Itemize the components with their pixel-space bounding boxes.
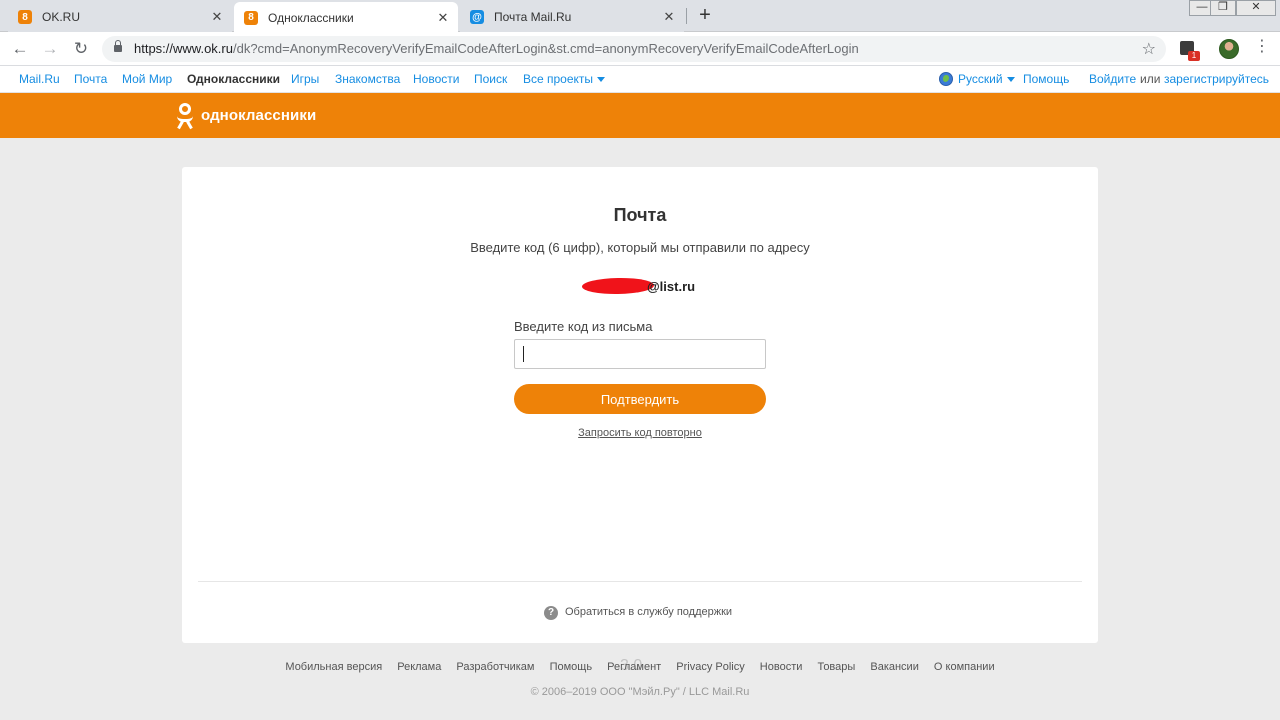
- footer-links: Мобильная версия Реклама Разработчикам П…: [0, 661, 1280, 673]
- footer-link-news[interactable]: Новости: [760, 661, 803, 673]
- mail-icon: @: [470, 10, 484, 24]
- chevron-down-icon: [597, 77, 606, 82]
- or-text: или: [1140, 72, 1161, 86]
- footer-link-developers[interactable]: Разработчикам: [456, 661, 534, 673]
- portal-link-znakomstva[interactable]: Знакомства: [335, 72, 400, 86]
- lock-icon: [114, 40, 122, 53]
- ok-logo-icon[interactable]: [176, 103, 196, 130]
- redaction-mark: [581, 277, 655, 295]
- footer-link-rules[interactable]: Регламент: [607, 661, 661, 673]
- ok-icon: 8: [244, 10, 258, 25]
- reload-icon[interactable]: ↻: [70, 38, 92, 60]
- tab-ok-ru[interactable]: 8 OK.RU ✕: [8, 2, 232, 32]
- copyright: © 2006–2019 ООО "Мэйл.Ру" / LLC Mail.Ru: [530, 686, 750, 698]
- maximize-button[interactable]: ❐: [1210, 0, 1236, 16]
- ok-logo-text[interactable]: одноклассники: [201, 107, 316, 124]
- ok-icon: 8: [18, 10, 32, 24]
- url-path: /dk?cmd=AnonymRecoveryVerifyEmailCodeAft…: [232, 41, 859, 56]
- portal-link-poisk[interactable]: Поиск: [474, 72, 507, 86]
- browser-tab-strip: 8 OK.RU ✕ 8 Одноклассники ✕ @ Почта Mail…: [0, 0, 1280, 33]
- footer-link-help[interactable]: Помощь: [550, 661, 593, 673]
- register-link[interactable]: зарегистрируйтесь: [1164, 72, 1269, 86]
- chevron-down-icon: [1006, 77, 1015, 82]
- instruction-text: Введите код (6 цифр), который мы отправи…: [470, 240, 810, 255]
- tab-separator: [686, 8, 687, 24]
- email-domain: @list.ru: [647, 279, 696, 294]
- all-projects-label: Все проекты: [523, 72, 594, 86]
- tab-odnoklassniki[interactable]: 8 Одноклассники ✕: [234, 2, 458, 33]
- tab-title: OK.RU: [42, 10, 81, 24]
- close-window-button[interactable]: ✕: [1236, 0, 1276, 16]
- portal-link-moy-mir[interactable]: Мой Мир: [122, 72, 172, 86]
- tab-mail-ru[interactable]: @ Почта Mail.Ru ✕: [460, 2, 684, 32]
- address-bar[interactable]: https://www.ok.ru/dk?cmd=AnonymRecoveryV…: [102, 36, 1166, 62]
- footer-link-goods[interactable]: Товары: [817, 661, 855, 673]
- menu-kebab-icon[interactable]: ⋮: [1254, 36, 1270, 60]
- url-text[interactable]: https://www.ok.ru/dk?cmd=AnonymRecoveryV…: [134, 41, 859, 56]
- support-label: Обратиться в службу поддержки: [565, 606, 733, 618]
- footer-link-ads[interactable]: Реклама: [397, 661, 441, 673]
- portal-link-igry[interactable]: Игры: [291, 72, 319, 86]
- footer-link-privacy[interactable]: Privacy Policy: [676, 661, 744, 673]
- footer-link-vacancies[interactable]: Вакансии: [870, 661, 919, 673]
- code-input[interactable]: [514, 339, 766, 369]
- footer-link-about[interactable]: О компании: [934, 661, 995, 673]
- new-tab-button[interactable]: +: [694, 5, 716, 27]
- extension-badge: 1: [1188, 51, 1200, 61]
- close-tab-icon[interactable]: ✕: [210, 9, 224, 25]
- portal-link-all-projects[interactable]: Все проекты: [523, 72, 606, 86]
- bookmark-star-icon[interactable]: ☆: [1142, 39, 1156, 59]
- confirm-button[interactable]: Подтвердить: [514, 384, 766, 414]
- portal-link-odnoklassniki[interactable]: Одноклассники: [187, 72, 280, 86]
- text-cursor: [523, 346, 524, 362]
- language-label: Русский: [958, 72, 1003, 86]
- portal-link-novosti[interactable]: Новости: [413, 72, 459, 86]
- portal-link-pochta[interactable]: Почта: [74, 72, 107, 86]
- resend-code-link[interactable]: Запросить код повторно: [182, 427, 1098, 439]
- forward-icon[interactable]: →: [39, 38, 61, 60]
- portal-link-mailru[interactable]: Mail.Ru: [19, 72, 60, 86]
- globe-icon: [939, 72, 953, 86]
- page-title: Почта: [613, 205, 667, 225]
- portal-nav: Mail.Ru Почта Мой Мир Одноклассники Игры…: [0, 66, 1280, 93]
- divider: [198, 581, 1082, 582]
- verify-email-card: Почта Введите код (6 цифр), который мы о…: [182, 167, 1098, 643]
- url-host: https://www.ok.ru: [134, 41, 233, 56]
- ok-header: одноклассники: [0, 93, 1280, 138]
- tab-title: Одноклассники: [268, 10, 354, 25]
- footer-link-mobile[interactable]: Мобильная версия: [285, 661, 382, 673]
- login-link[interactable]: Войдите: [1089, 72, 1136, 86]
- language-select[interactable]: Русский: [958, 72, 1015, 86]
- back-icon[interactable]: ←: [9, 38, 31, 60]
- close-tab-icon[interactable]: ✕: [436, 10, 450, 26]
- browser-toolbar: ← → ↻ https://www.ok.ru/dk?cmd=AnonymRec…: [0, 32, 1280, 66]
- tab-title: Почта Mail.Ru: [494, 10, 572, 24]
- portal-help-link[interactable]: Помощь: [1023, 72, 1069, 86]
- profile-avatar[interactable]: [1219, 39, 1239, 59]
- close-tab-icon[interactable]: ✕: [662, 9, 676, 25]
- question-icon: ?: [544, 606, 558, 620]
- code-field-label: Введите код из письма: [514, 319, 653, 334]
